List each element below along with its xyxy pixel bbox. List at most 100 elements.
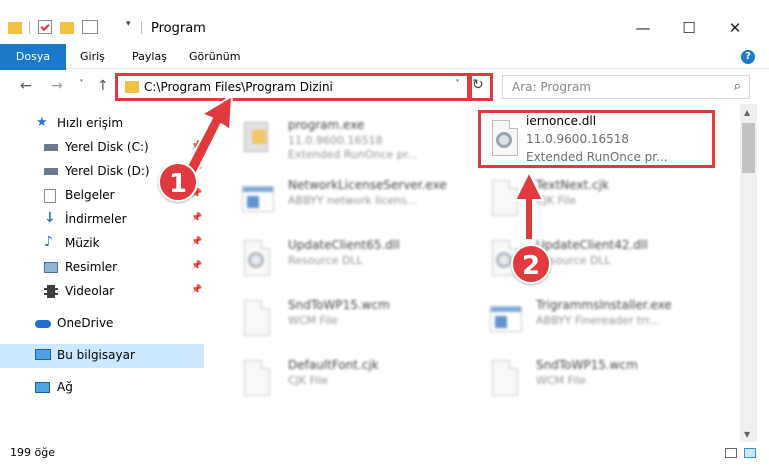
file-type: Resource DLL bbox=[288, 254, 363, 267]
file-item-updateclient65-dll[interactable]: UpdateClient65.dll Resource DLL bbox=[230, 230, 480, 286]
file-name: DefaultFont.cjk bbox=[288, 358, 379, 372]
up-button[interactable]: ↑ bbox=[97, 78, 109, 94]
sidebar-item-label: Resimler bbox=[65, 260, 118, 274]
properties-icon[interactable] bbox=[38, 20, 52, 34]
large-icons-view-icon[interactable] bbox=[744, 448, 756, 458]
dll-highlight bbox=[478, 110, 715, 168]
sidebar-item-label: Videolar bbox=[65, 284, 115, 298]
sidebar-item-quick-access[interactable]: ★ Hızlı erişim bbox=[0, 112, 204, 136]
scroll-up-icon[interactable]: ▲ bbox=[744, 108, 750, 117]
sidebar-item-label: OneDrive bbox=[57, 316, 114, 330]
sidebar-item-label: Hızlı erişim bbox=[57, 116, 124, 130]
minimize-button[interactable]: — bbox=[620, 14, 666, 42]
file-item-textnext-cjk[interactable]: TextNext.cjk CJK File bbox=[478, 170, 728, 226]
back-button[interactable]: ← bbox=[20, 78, 32, 94]
close-button[interactable]: ✕ bbox=[712, 14, 758, 42]
pictures-icon bbox=[44, 262, 58, 273]
scrollbar-thumb[interactable] bbox=[742, 123, 755, 173]
recent-locations-button[interactable]: ˅ bbox=[79, 79, 84, 90]
file-description: Extended RunOnce pr... bbox=[288, 148, 418, 161]
sidebar-item-downloads[interactable]: ↓ İndirmeler 📌 bbox=[0, 208, 204, 232]
tab-paylas[interactable]: Paylaş bbox=[124, 44, 175, 69]
file-type: CJK File bbox=[536, 194, 577, 207]
sidebar-item-label: Ağ bbox=[57, 380, 73, 394]
vertical-scrollbar[interactable]: ▲ ▼ bbox=[740, 104, 757, 442]
folder-icon bbox=[8, 22, 22, 34]
file-version: 11.0.9600.16518 bbox=[288, 134, 383, 147]
sidebar-item-music[interactable]: ♪ Müzik 📌 bbox=[0, 232, 204, 256]
pin-icon[interactable]: 📌 bbox=[191, 285, 202, 295]
download-icon: ↓ bbox=[44, 210, 56, 226]
drive-icon bbox=[44, 168, 58, 175]
file-icon bbox=[486, 180, 522, 222]
window-title: Program bbox=[151, 21, 206, 36]
sidebar-item-label: Bu bilgisayar bbox=[57, 348, 135, 362]
file-description: ABBYY Finereader trr... bbox=[536, 314, 660, 327]
scroll-down-icon[interactable]: ▼ bbox=[744, 430, 750, 439]
pin-icon[interactable]: 📌 bbox=[191, 213, 202, 223]
navigation-bar: ← → ˅ ↑ C:\Program Files\Program Dizini … bbox=[0, 70, 769, 104]
sidebar-item-videos[interactable]: Videolar 📌 bbox=[0, 280, 204, 304]
address-highlight bbox=[115, 73, 470, 101]
dll-file-icon bbox=[238, 240, 274, 282]
file-type: CJK File bbox=[288, 374, 329, 387]
sidebar-item-disk-c[interactable]: Yerel Disk (C:) 📌 bbox=[0, 136, 204, 160]
documents-icon bbox=[44, 189, 56, 203]
toolbar-separator bbox=[141, 21, 142, 34]
file-name: program.exe bbox=[288, 118, 365, 132]
search-icon[interactable]: ⌕ bbox=[734, 79, 741, 94]
sidebar-item-label: Yerel Disk (C:) bbox=[65, 140, 149, 154]
sidebar-item-this-pc[interactable]: Bu bilgisayar bbox=[0, 344, 204, 368]
ribbon-tabs: Dosya Giriş Paylaş Görünüm ? bbox=[0, 44, 769, 100]
file-item-program-exe[interactable]: program.exe 11.0.9600.16518 Extended Run… bbox=[230, 110, 480, 166]
pin-icon[interactable]: 📌 bbox=[191, 261, 202, 271]
file-name: TrigrammsInstaller.exe bbox=[536, 298, 672, 312]
customize-toolbar-icon[interactable] bbox=[82, 20, 98, 34]
file-icon bbox=[238, 300, 274, 342]
step-1-badge: 1 bbox=[158, 162, 198, 202]
pin-icon[interactable]: 📌 bbox=[191, 141, 202, 151]
file-name: SndToWP15.wcm bbox=[536, 358, 638, 372]
file-type: WCM File bbox=[288, 314, 338, 327]
sidebar-item-label: Yerel Disk (D:) bbox=[65, 164, 150, 178]
sidebar-item-label: İndirmeler bbox=[65, 212, 127, 226]
sidebar-item-onedrive[interactable]: OneDrive bbox=[0, 312, 204, 336]
file-item-defaultfont-cjk[interactable]: DefaultFont.cjk CJK File bbox=[230, 350, 480, 406]
application-icon bbox=[238, 180, 274, 222]
chevron-down-icon[interactable]: ▾ bbox=[126, 19, 140, 33]
step-2-badge: 2 bbox=[511, 244, 551, 284]
help-icon[interactable]: ? bbox=[741, 50, 755, 64]
navigation-pane: ★ Hızlı erişim Yerel Disk (C:) 📌 Yerel D… bbox=[0, 108, 204, 442]
item-count: 199 öğe bbox=[10, 446, 55, 459]
file-icon bbox=[486, 360, 522, 402]
file-item-sndtowp15-wcm[interactable]: SndToWP15.wcm WCM File bbox=[230, 290, 480, 346]
toolbar-separator bbox=[29, 21, 30, 34]
pin-icon[interactable]: 📌 bbox=[191, 237, 202, 247]
application-icon bbox=[486, 300, 522, 342]
sidebar-item-label: Müzik bbox=[65, 236, 100, 250]
tab-giris[interactable]: Giriş bbox=[72, 44, 113, 69]
network-icon bbox=[35, 382, 50, 393]
search-placeholder: Ara: Program bbox=[512, 80, 591, 94]
file-name: SndToWP15.wcm bbox=[288, 298, 390, 312]
videos-icon bbox=[44, 285, 58, 298]
file-item-networklicenseserver-exe[interactable]: NetworkLicenseServer.exe ABBYY network l… bbox=[230, 170, 480, 226]
forward-button[interactable]: → bbox=[51, 78, 63, 94]
file-description: ABBYY network licens... bbox=[288, 194, 418, 207]
sidebar-item-pictures[interactable]: Resimler 📌 bbox=[0, 256, 204, 280]
file-name: UpdateClient42.dll bbox=[536, 238, 648, 252]
sidebar-item-network[interactable]: Ağ bbox=[0, 376, 204, 400]
details-view-icon[interactable] bbox=[725, 448, 737, 458]
computer-icon bbox=[35, 349, 51, 360]
music-icon: ♪ bbox=[44, 234, 53, 250]
tab-gorunum[interactable]: Görünüm bbox=[181, 44, 248, 69]
new-folder-icon[interactable] bbox=[60, 22, 74, 34]
maximize-button[interactable]: ☐ bbox=[666, 14, 712, 42]
file-item-trigrammsinstaller-exe[interactable]: TrigrammsInstaller.exe ABBYY Finereader … bbox=[478, 290, 728, 346]
file-item-sndtowp15-wcm-2[interactable]: SndToWP15.wcm WCM File bbox=[478, 350, 728, 406]
file-icon bbox=[238, 360, 274, 402]
file-type: WCM File bbox=[536, 374, 586, 387]
search-box[interactable]: Ara: Program ⌕ bbox=[502, 75, 750, 99]
sidebar-item-label: Belgeler bbox=[65, 188, 115, 202]
drive-icon bbox=[44, 144, 58, 151]
